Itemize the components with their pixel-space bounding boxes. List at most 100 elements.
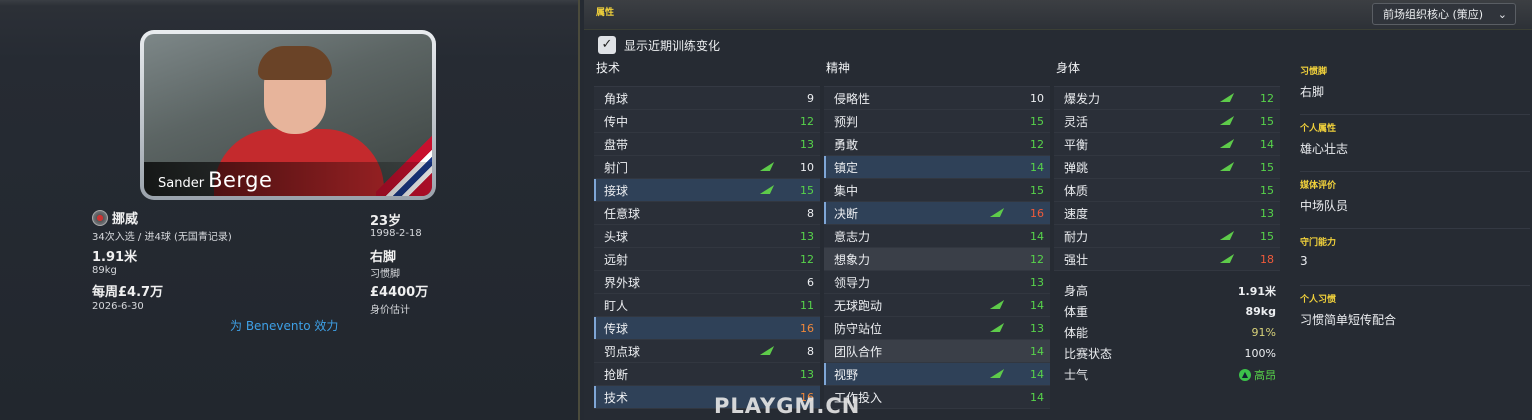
height-value: 1.91米	[92, 250, 138, 265]
technical-list: 角球 9 传中 12 盘带 13 射门 10 接球 15 任意球 8 头球 13 远射 12 界外球 6 盯人 11 传…	[594, 86, 820, 409]
attribute-row[interactable]: 盯人 11	[594, 294, 820, 317]
attribute-value: 16	[1030, 207, 1044, 220]
attribute-value: 14	[1030, 299, 1044, 312]
physical-list: 爆发力 12 灵活 15 平衡 14 弹跳 15 体质 15 速度 13 耐力 15 强壮 18	[1054, 86, 1280, 271]
attribute-row[interactable]: 集中 15	[824, 179, 1050, 202]
side-media-title: 媒体评价	[1300, 181, 1337, 191]
side-pph: 个人习惯 习惯简单短传配合	[1300, 286, 1530, 343]
attribute-row[interactable]: 侵略性 10	[824, 87, 1050, 110]
attribute-row[interactable]: 耐力 15	[1054, 225, 1280, 248]
attribute-value: 8	[807, 345, 814, 358]
checkbox-checked-icon[interactable]: ✓	[598, 36, 616, 54]
attribute-row[interactable]: 领导力 13	[824, 271, 1050, 294]
attribute-row[interactable]: 任意球 8	[594, 202, 820, 225]
attribute-row[interactable]: 灵活 15	[1054, 110, 1280, 133]
player-first-name: Sander	[158, 176, 205, 191]
attribute-value: 9	[807, 92, 814, 105]
mental-list: 侵略性 10 预判 15 勇敢 12 镇定 14 集中 15 决断 16 意志力 14 想象力 12 领导力 13…	[824, 86, 1050, 409]
condition-morale-value: 高昂	[1254, 368, 1276, 382]
attribute-row[interactable]: 团队合作 14	[824, 340, 1050, 363]
attributes-panel: 属性 前场组织核心 (策应) ⌄ ✓ 显示近期训练变化 技术 角球 9 传中 12 盘带…	[584, 0, 1532, 420]
attribute-value: 14	[1030, 161, 1044, 174]
technical-column: 技术 角球 9 传中 12 盘带 13 射门 10 接球 15 任意球 8 头球 13 远射 12 界外球 6 盯人…	[594, 58, 820, 409]
attribute-row[interactable]: 界外球 6	[594, 271, 820, 294]
attribute-row[interactable]: 镇定 14	[824, 156, 1050, 179]
attribute-row[interactable]: 勇敢 12	[824, 133, 1050, 156]
attribute-row[interactable]: 预判 15	[824, 110, 1050, 133]
attribute-row[interactable]: 罚点球 8	[594, 340, 820, 363]
club-link[interactable]: 为 Benevento 效力	[230, 317, 338, 334]
dob-value: 1998-2-18	[370, 228, 422, 239]
role-dropdown[interactable]: 前场组织核心 (策应) ⌄	[1372, 3, 1516, 25]
value-label: 身价估计	[370, 305, 410, 316]
attribute-row[interactable]: 平衡 14	[1054, 133, 1280, 156]
attribute-row[interactable]: 速度 13	[1054, 202, 1280, 225]
attribute-value: 15	[1260, 115, 1274, 128]
attribute-row[interactable]: 视野 14	[824, 363, 1050, 386]
nation-block[interactable]: 挪威	[92, 208, 138, 227]
attribute-row[interactable]: 弹跳 15	[1054, 156, 1280, 179]
mental-column: 精神 侵略性 10 预判 15 勇敢 12 镇定 14 集中 15 决断 16 意志力 14 想象力 12 领导…	[824, 58, 1050, 409]
attribute-row[interactable]: 传中 12	[594, 110, 820, 133]
mental-header: 精神	[826, 61, 851, 75]
foot-value: 右脚	[370, 250, 397, 265]
attribute-value: 6	[807, 276, 814, 289]
attribute-row[interactable]: 盘带 13	[594, 133, 820, 156]
attribute-value: 12	[1260, 92, 1274, 105]
attribute-value: 13	[1260, 207, 1274, 220]
side-info: 习惯脚 右脚 个人属性 雄心壮志 媒体评价 中场队员 守门能力 3 个人习惯 习惯简单短传…	[1300, 58, 1530, 343]
attributes-title: 属性	[596, 8, 615, 18]
wage-value[interactable]: 每周£4.7万	[92, 281, 163, 300]
attribute-row[interactable]: 意志力 14	[824, 225, 1050, 248]
attribute-row[interactable]: 传球 16	[594, 317, 820, 340]
attribute-value: 12	[800, 115, 814, 128]
attribute-row[interactable]: 射门 10	[594, 156, 820, 179]
attribute-value: 13	[800, 138, 814, 151]
attribute-row[interactable]: 无球跑动 14	[824, 294, 1050, 317]
attribute-row[interactable]: 体质 15	[1054, 179, 1280, 202]
side-gk-title: 守门能力	[1300, 238, 1337, 248]
side-pph-title: 个人习惯	[1300, 295, 1337, 305]
attribute-value: 14	[1030, 391, 1044, 404]
side-foot-title: 习惯脚	[1300, 67, 1328, 77]
attribute-value: 15	[1260, 230, 1274, 243]
attribute-row[interactable]: 爆发力 12	[1054, 87, 1280, 110]
condition-match-label: 比赛状态	[1064, 347, 1113, 361]
condition-fitness-row: 体能 91%	[1056, 322, 1282, 343]
attribute-value: 13	[800, 368, 814, 381]
side-gk-value: 3	[1300, 254, 1308, 268]
attribute-value: 12	[1030, 138, 1044, 151]
condition-match-row: 比赛状态 100%	[1056, 343, 1282, 364]
watermark: PLAYGM.CN	[714, 394, 861, 418]
attribute-row[interactable]: 想象力 12	[824, 248, 1050, 271]
show-training-label: 显示近期训练变化	[624, 38, 721, 53]
show-training-toggle[interactable]: ✓ 显示近期训练变化	[598, 36, 720, 54]
attribute-row[interactable]: 决断 16	[824, 202, 1050, 225]
attribute-row[interactable]: 角球 9	[594, 87, 820, 110]
attribute-value: 14	[1030, 368, 1044, 381]
age-value: 23岁	[370, 214, 402, 229]
attribute-value: 13	[800, 230, 814, 243]
attribute-value: 15	[1030, 115, 1044, 128]
attribute-value: 13	[1030, 322, 1044, 335]
attribute-row[interactable]: 接球 15	[594, 179, 820, 202]
attribute-row[interactable]: 防守站位 13	[824, 317, 1050, 340]
value-amount: £4400万	[370, 285, 429, 300]
nation-name[interactable]: 挪威	[112, 208, 138, 227]
condition-fitness-label: 体能	[1064, 326, 1089, 340]
attribute-row[interactable]: 远射 12	[594, 248, 820, 271]
caps-text: 34次入选 / 进4球 (无国青记录)	[92, 232, 232, 243]
attribute-row[interactable]: 强壮 18	[1054, 248, 1280, 271]
attribute-row[interactable]: 头球 13	[594, 225, 820, 248]
condition-block: 身高 1.91米 体重 89kg 体能 91% 比赛状态 100% 士气 ▲ 高昂	[1056, 280, 1282, 385]
condition-morale-row[interactable]: 士气 ▲ 高昂	[1056, 364, 1282, 385]
attribute-value: 14	[1030, 345, 1044, 358]
side-gk: 守门能力 3	[1300, 229, 1530, 286]
role-dropdown-value: 前场组织核心 (策应)	[1383, 8, 1484, 21]
attribute-row[interactable]: 抢断 13	[594, 363, 820, 386]
attribute-value: 18	[1260, 253, 1274, 266]
attribute-value: 14	[1030, 230, 1044, 243]
condition-match-value: 100%	[1244, 347, 1276, 360]
morale-indicator[interactable]: ▲ 高昂	[1239, 367, 1276, 383]
side-media: 媒体评价 中场队员	[1300, 172, 1530, 229]
